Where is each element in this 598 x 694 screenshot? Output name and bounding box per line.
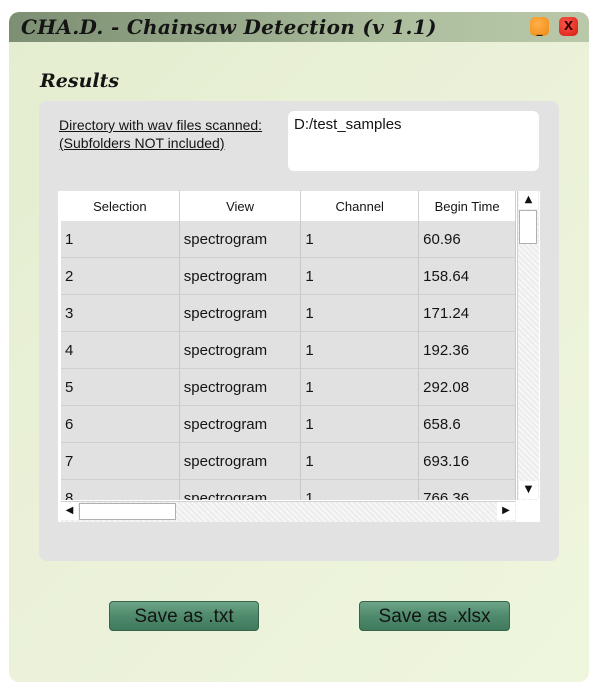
scroll-left-icon[interactable]: ◀ [61,502,78,520]
column-header-selection[interactable]: Selection [61,191,180,221]
table-cell[interactable]: 1 [300,257,420,295]
table-cell[interactable]: 1 [300,221,420,258]
table-cell[interactable]: spectrogram [179,331,302,369]
table-cell[interactable]: 1 [300,331,420,369]
table-cell[interactable]: spectrogram [179,479,302,500]
table-cell[interactable]: spectrogram [179,442,302,480]
directory-label-line1: Directory with wav files scanned: [59,117,263,133]
title-bar[interactable]: CHA.D. - Chainsaw Detection (v 1.1) _ X [9,12,589,42]
horizontal-scrollbar[interactable]: ◀ ▶ [61,501,516,522]
column-header-begin-time[interactable]: Begin Time [418,191,516,221]
table-cell[interactable]: spectrogram [179,405,302,443]
scrollbar-corner [517,501,539,522]
table-cell[interactable]: 6 [61,405,180,443]
table-cell[interactable]: 171.24 [418,294,516,332]
column-header-channel[interactable]: Channel [300,191,420,221]
table-body: 1 spectrogram 1 60.96 2 spectrogram 1 158.64 3 sp… [61,221,516,500]
table-cell[interactable]: 8 [61,479,180,500]
scroll-up-icon[interactable]: ▲ [519,191,538,209]
results-panel: Directory with wav files scanned: (Subfo… [39,101,559,561]
minimize-icon: _ [536,22,543,36]
table-cell[interactable]: 1 [300,368,420,406]
scroll-right-icon[interactable]: ▶ [497,502,515,520]
directory-field[interactable]: D:/test_samples [288,111,539,171]
scroll-down-icon[interactable]: ▼ [519,481,538,499]
table-cell[interactable]: spectrogram [179,257,302,295]
table-cell[interactable]: 1 [300,442,420,480]
results-table-frame: Selection View Channel Begin Time 1 spect… [58,191,540,522]
table-header-row: Selection View Channel Begin Time [61,191,516,221]
close-button[interactable]: X [559,17,578,36]
results-table: Selection View Channel Begin Time 1 spect… [61,191,516,500]
table-cell[interactable]: 3 [61,294,180,332]
table-cell[interactable]: 60.96 [418,221,516,258]
table-row[interactable]: 7 spectrogram 1 693.16 [61,442,516,480]
table-cell[interactable]: spectrogram [179,221,302,258]
table-row[interactable]: 3 spectrogram 1 171.24 [61,294,516,332]
save-xlsx-button[interactable]: Save as .xlsx [359,601,510,631]
table-cell[interactable]: spectrogram [179,294,302,332]
table-row[interactable]: 2 spectrogram 1 158.64 [61,257,516,295]
horizontal-scroll-thumb[interactable] [79,503,176,520]
table-cell[interactable]: 2 [61,257,180,295]
table-cell[interactable]: 5 [61,368,180,406]
save-txt-button[interactable]: Save as .txt [109,601,259,631]
table-cell[interactable]: 292.08 [418,368,516,406]
table-row[interactable]: 5 spectrogram 1 292.08 [61,368,516,406]
table-row[interactable]: 6 spectrogram 1 658.6 [61,405,516,443]
window-title: CHA.D. - Chainsaw Detection (v 1.1) [21,15,437,39]
table-cell[interactable]: 7 [61,442,180,480]
table-cell[interactable]: 658.6 [418,405,516,443]
table-cell[interactable]: 158.64 [418,257,516,295]
results-table-viewport: Selection View Channel Begin Time 1 spect… [61,191,516,500]
table-row[interactable]: 4 spectrogram 1 192.36 [61,331,516,369]
table-cell[interactable]: 4 [61,331,180,369]
table-cell[interactable]: 693.16 [418,442,516,480]
table-row[interactable]: 1 spectrogram 1 60.96 [61,221,516,258]
close-icon: X [563,19,574,33]
table-row[interactable]: 8 spectrogram 1 766.36 [61,479,516,500]
table-cell[interactable]: 1 [300,405,420,443]
vertical-scroll-thumb[interactable] [519,210,537,244]
results-heading: Results [40,70,120,92]
table-cell[interactable]: 192.36 [418,331,516,369]
minimize-button[interactable]: _ [530,17,549,36]
column-header-view[interactable]: View [179,191,302,221]
app-window: CHA.D. - Chainsaw Detection (v 1.1) _ X … [9,12,589,682]
vertical-scrollbar[interactable]: ▲ ▼ [517,191,539,500]
table-cell[interactable]: 1 [300,294,420,332]
directory-label: Directory with wav files scanned: (Subfo… [59,116,279,152]
table-cell[interactable]: 1 [300,479,420,500]
table-cell[interactable]: 1 [61,221,180,258]
table-cell[interactable]: 766.36 [418,479,516,500]
table-cell[interactable]: spectrogram [179,368,302,406]
directory-label-line2: (Subfolders NOT included) [59,135,225,151]
